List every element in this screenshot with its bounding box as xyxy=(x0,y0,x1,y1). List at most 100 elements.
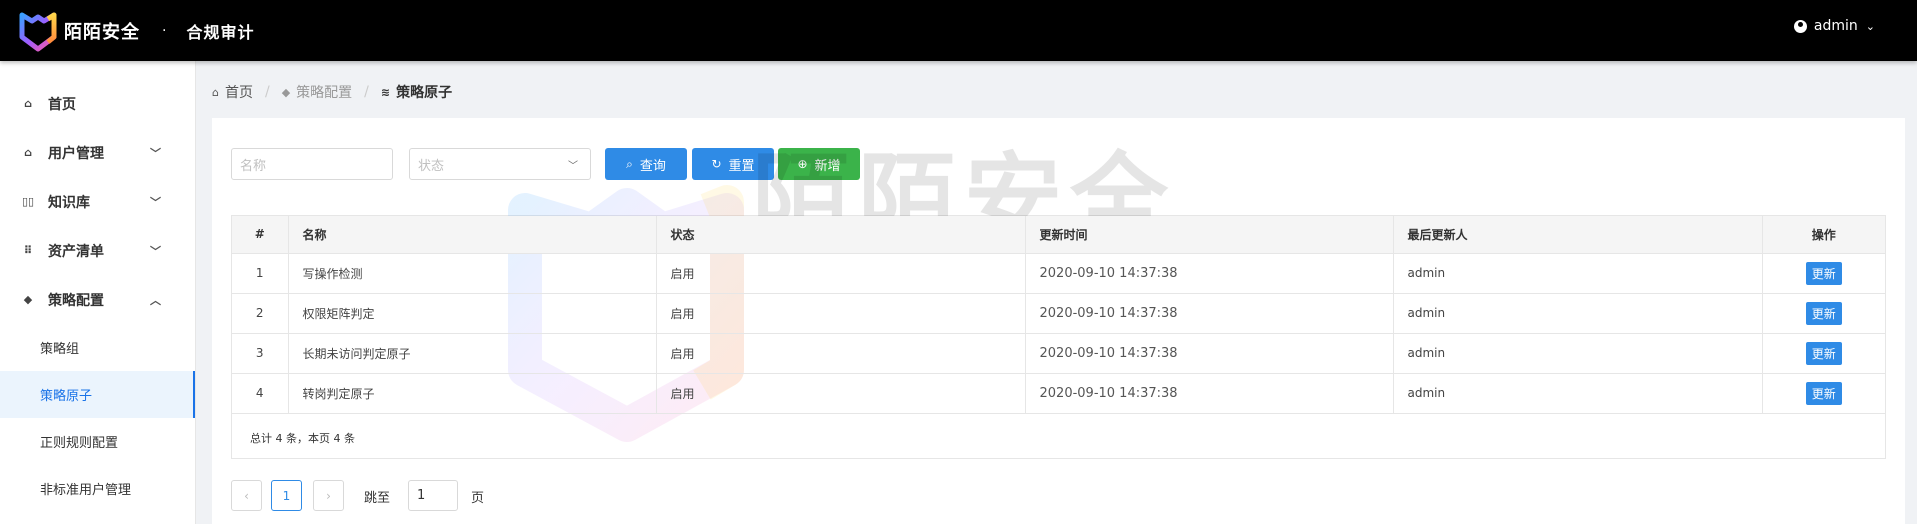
row-update-time: 2020-09-10 14:37:38 xyxy=(1025,293,1394,334)
layers-icon: ≋ xyxy=(380,85,391,99)
row-update-time: 2020-09-10 14:37:38 xyxy=(1025,373,1394,414)
update-button[interactable]: 更新 xyxy=(1805,341,1842,365)
home-icon: ⌂ xyxy=(24,97,32,110)
shield-logo-icon xyxy=(19,12,57,51)
row-status: 启用 xyxy=(656,293,1026,334)
chevron-down-icon: ﹀ xyxy=(150,244,161,258)
table-summary: 总计 4 条，本页 4 条 xyxy=(250,432,355,445)
home-icon: ⌂ xyxy=(24,146,32,159)
table-row: 4 转岗判定原子 启用 2020-09-10 14:37:38 admin 更新 xyxy=(232,373,1885,414)
breadcrumb-label: 策略配置 xyxy=(296,85,353,101)
chevron-up-icon: ︿ xyxy=(150,293,161,307)
sidebar-item-label: 用户管理 xyxy=(48,145,104,162)
row-action-cell: 更新 xyxy=(1762,253,1885,294)
title-separator: · xyxy=(162,22,167,39)
sidebar: ⌂ 首页 ⌂ 用户管理 ﹀ ▯▯ 知识库 ﹀ ⠿ 资产清单 ﹀ ◆ 策略配置 ︿… xyxy=(0,61,196,524)
sidebar-subitem-nonstandard-users[interactable]: 非标准用户管理 xyxy=(0,465,195,512)
chevron-down-icon: ﹀ xyxy=(150,146,161,160)
sidebar-subitem-label: 策略原子 xyxy=(40,389,93,404)
chevron-down-icon: ﹀ xyxy=(568,160,578,172)
query-button-label: 查询 xyxy=(639,158,666,174)
column-header-update-time: 更新时间 xyxy=(1025,216,1394,254)
row-update-time: 2020-09-10 14:37:38 xyxy=(1025,253,1394,294)
sidebar-subitem-policy-group[interactable]: 策略组 xyxy=(0,324,195,371)
add-button[interactable]: ⊕ 新增 xyxy=(778,148,860,180)
next-page-button[interactable]: › xyxy=(313,480,344,511)
reset-button[interactable]: ↻ 重置 xyxy=(692,148,774,180)
chevron-left-icon: ‹ xyxy=(244,488,249,503)
sidebar-item-home[interactable]: ⌂ 首页 xyxy=(0,79,195,128)
cube-icon: ◆ xyxy=(281,85,291,99)
row-name: 写操作检测 xyxy=(288,253,657,294)
table-header-row: # 名称 状态 更新时间 最后更新人 操作 xyxy=(232,216,1885,254)
sidebar-subitem-policy-atom[interactable]: 策略原子 xyxy=(0,371,195,418)
home-icon: ⌂ xyxy=(212,85,219,99)
chevron-right-icon: › xyxy=(326,488,331,503)
cube-icon: ◆ xyxy=(23,293,33,306)
row-action-cell: 更新 xyxy=(1762,373,1885,414)
logo[interactable]: 陌陌安全 xyxy=(18,9,140,53)
name-search-input[interactable]: 名称 xyxy=(231,148,393,180)
breadcrumb-separator: / xyxy=(264,84,270,100)
brand-name: 陌陌安全 xyxy=(64,21,140,43)
page-suffix-label: 页 xyxy=(471,491,485,506)
column-header-status: 状态 xyxy=(656,216,1026,254)
chevron-down-icon: ﹀ xyxy=(150,195,161,209)
jump-page-input[interactable]: 1 xyxy=(408,480,458,511)
update-button[interactable]: 更新 xyxy=(1805,381,1842,405)
add-button-label: 新增 xyxy=(814,158,841,174)
row-name: 转岗判定原子 xyxy=(288,373,657,414)
row-last-updater: admin xyxy=(1393,373,1763,414)
column-header-last-updater: 最后更新人 xyxy=(1393,216,1763,254)
sidebar-item-knowledge-base[interactable]: ▯▯ 知识库 ﹀ xyxy=(0,177,195,226)
update-button[interactable]: 更新 xyxy=(1805,261,1842,285)
row-last-updater: admin xyxy=(1393,293,1763,334)
top-header: 陌陌安全 · 合规审计 admin ⌄ xyxy=(0,0,1917,61)
breadcrumb-policy-config[interactable]: ◆ 策略配置 xyxy=(282,82,352,102)
jump-page-value: 1 xyxy=(417,488,426,503)
breadcrumb-separator: / xyxy=(364,84,369,100)
row-name: 长期未访问判定原子 xyxy=(288,333,657,374)
user-menu[interactable]: admin ⌄ xyxy=(1793,18,1875,34)
breadcrumb-policy-atom: ≋ 策略原子 xyxy=(381,82,452,102)
query-button[interactable]: ⌕ 查询 xyxy=(605,148,687,180)
chevron-down-icon: ⌄ xyxy=(1865,19,1875,33)
sidebar-item-asset-list[interactable]: ⠿ 资产清单 ﹀ xyxy=(0,226,195,275)
sidebar-item-label: 首页 xyxy=(48,96,76,113)
jump-label: 跳至 xyxy=(364,491,391,506)
sidebar-item-user-management[interactable]: ⌂ 用户管理 ﹀ xyxy=(0,128,195,177)
row-index: 3 xyxy=(232,333,289,374)
sidebar-item-policy-config[interactable]: ◆ 策略配置 ︿ xyxy=(0,275,195,324)
user-icon xyxy=(1793,19,1807,33)
status-select[interactable]: 状态 ﹀ xyxy=(409,148,591,180)
app-title: 合规审计 xyxy=(186,22,255,42)
table-row: 2 权限矩阵判定 启用 2020-09-10 14:37:38 admin 更新 xyxy=(232,293,1885,334)
sidebar-item-label: 资产清单 xyxy=(48,243,104,260)
row-index: 1 xyxy=(232,253,289,294)
sidebar-subitem-label: 策略组 xyxy=(40,342,80,357)
row-update-time: 2020-09-10 14:37:38 xyxy=(1025,333,1394,374)
grid-icon: ⠿ xyxy=(23,244,33,257)
page-1-button[interactable]: 1 xyxy=(271,480,302,511)
row-name: 权限矩阵判定 xyxy=(288,293,657,334)
breadcrumb-label: 首页 xyxy=(224,85,253,101)
table-row: 3 长期未访问判定原子 启用 2020-09-10 14:37:38 admin… xyxy=(232,333,1885,374)
row-action-cell: 更新 xyxy=(1762,293,1885,334)
reset-button-label: 重置 xyxy=(728,158,755,174)
sidebar-item-label: 策略配置 xyxy=(48,292,104,309)
page-number: 1 xyxy=(282,488,291,503)
row-status: 启用 xyxy=(656,253,1026,294)
prev-page-button[interactable]: ‹ xyxy=(231,480,262,511)
row-index: 4 xyxy=(232,373,289,414)
sidebar-subitem-label: 非标准用户管理 xyxy=(40,483,132,498)
update-button[interactable]: 更新 xyxy=(1805,301,1842,325)
name-placeholder: 名称 xyxy=(240,158,267,174)
row-status: 启用 xyxy=(656,373,1026,414)
status-placeholder: 状态 xyxy=(418,158,445,174)
row-index: 2 xyxy=(232,293,289,334)
breadcrumb-home[interactable]: ⌂ 首页 xyxy=(212,82,253,102)
row-action-cell: 更新 xyxy=(1762,333,1885,374)
row-last-updater: admin xyxy=(1393,253,1763,294)
book-icon: ▯▯ xyxy=(22,195,35,208)
sidebar-subitem-regex-rules[interactable]: 正则规则配置 xyxy=(0,418,195,465)
